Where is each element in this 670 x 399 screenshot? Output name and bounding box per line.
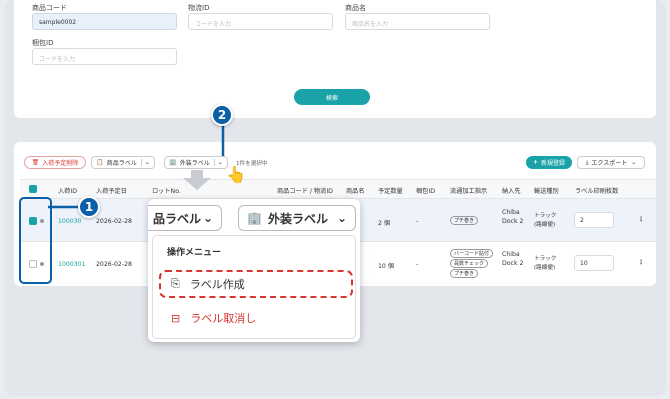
callout-1: 1 [78,196,100,218]
logistics-id-input[interactable]: コードを入力 [188,13,333,30]
print-count-input[interactable]: 10 [574,255,614,271]
checkbox-highlight [19,197,52,284]
logistics-id-label: 物流ID [188,4,210,12]
trash-icon: 🗑 [31,159,40,166]
print-count-input[interactable]: 2 [574,212,614,228]
zoom-product-label-button[interactable]: 品ラベル ⌄ [148,205,222,231]
row-dest: Chiba Dock 2 [502,251,524,267]
zoom-outer-label-text: 外装ラベル [267,211,328,226]
chevron-down-icon: ⌄ [336,211,347,225]
product-label-text: 商品ラベル [106,160,137,167]
search-button[interactable]: 検索 [294,89,370,105]
new-button[interactable]: + 新規登録 [526,156,572,169]
package-id-label: 梱包ID [32,39,54,47]
chevron-down-icon: ⌄ [140,159,150,166]
building-icon: 🏢 [247,211,262,225]
download-icon: ⤓ [585,158,589,166]
outer-label-text: 外装ラベル [179,160,210,167]
col-header-code: 商品コード / 物流ID [277,188,333,195]
row-tags: プチ巻き [450,216,479,226]
col-header-lot: ロットNo. [152,188,181,195]
callout-2: 2 [211,104,233,126]
chevron-down-icon: ⌄ [202,211,213,225]
chevron-down-icon: ⌄ [213,159,223,166]
instruction-tag: プチ巻き [450,269,479,278]
product-code-input[interactable]: sample0002 [32,13,177,30]
building-icon: 🏢 [169,159,177,166]
search-panel: 商品コード sample0002 物流ID コードを入力 商品名 商品名を入力 … [14,0,656,118]
col-header-dest: 納入先 [502,188,521,195]
clipboard-icon: 📋 [96,159,104,166]
col-header-pkg: 梱包ID [416,188,435,195]
col-header-print: ラベル印刷枚数 [575,188,619,195]
row-pkg: - [416,261,419,268]
zoom-panel: 品ラベル ⌄ 🏢 外装ラベル ⌄ 操作メニュー ⎘ ラベル作成 ⊟ ラベル取消し [148,199,360,342]
row-pkg: - [416,218,419,225]
col-header-instr: 流通加工指示 [450,188,488,195]
product-code-label: 商品コード [32,4,67,12]
row-menu-icon[interactable]: ⋮ [638,216,644,223]
zoom-product-label-text: 品ラベル [153,211,202,226]
package-id-input[interactable]: コードを入力 [32,48,177,65]
menu-item-create-label[interactable]: ⎘ ラベル作成 [159,270,353,298]
product-name-label: 商品名 [345,4,366,12]
zoom-outer-label-button[interactable]: 🏢 外装ラベル ⌄ [238,205,356,231]
row-date: 2026-02-28 [96,218,132,225]
hand-cursor-icon: 👆 [226,165,246,184]
screenshot-frame: 商品コード sample0002 物流ID コードを入力 商品名 商品名を入力 … [4,0,666,396]
delete-button-label: 入荷予定削除 [42,160,79,167]
label-remove-icon: ⊟ [171,311,181,325]
row-transport: トラック (路線便) [534,213,557,228]
delete-button[interactable]: 🗑 入荷予定削除 [24,156,86,169]
instruction-tag: 員数チェック [450,259,489,268]
outer-label-button[interactable]: 🏢 外装ラベル ⌄ [164,156,228,169]
row-transport: トラック (路線便) [534,256,557,271]
col-header-id: 入荷ID [58,188,77,195]
product-label-button[interactable]: 📋 商品ラベル ⌄ [91,156,155,169]
row-dest: Chiba Dock 2 [502,209,524,225]
instruction-tag: バーコード貼付 [450,249,494,258]
product-name-input[interactable]: 商品名を入力 [345,13,490,30]
menu-item-cancel-label[interactable]: ⊟ ラベル取消し [159,306,353,330]
row-menu-icon[interactable]: ⋮ [638,259,644,266]
export-button-label: エクスポート [591,160,628,167]
label-add-icon: ⎘ [171,277,180,290]
row-id-link[interactable]: 1000301 [58,261,86,268]
cancel-label-text: ラベル取消し [190,312,257,325]
row-tags: バーコード貼付 員数チェック プチ巻き [450,249,494,279]
select-all-checkbox[interactable] [29,185,37,193]
col-header-date: 入荷予定日 [96,188,127,195]
menu-title: 操作メニュー [167,248,222,258]
row-date: 2026-02-28 [96,261,132,268]
new-button-label: 新規登録 [541,160,566,167]
export-button[interactable]: ⤓ エクスポート ⌄ [577,156,645,169]
instruction-tag: プチ巻き [450,216,479,225]
col-header-qty: 予定数量 [378,188,403,195]
col-header-transport: 輸送種別 [534,188,559,195]
row-qty: 2 個 [378,220,391,227]
col-header-name: 商品名 [346,188,365,195]
plus-icon: + [532,159,538,166]
action-menu: 操作メニュー ⎘ ラベル作成 ⊟ ラベル取消し [152,235,356,339]
row-id-link[interactable]: 100030 [58,218,82,225]
row-qty: 10 個 [378,263,395,270]
create-label-text: ラベル作成 [189,278,245,291]
chevron-down-icon: ⌄ [631,159,637,166]
